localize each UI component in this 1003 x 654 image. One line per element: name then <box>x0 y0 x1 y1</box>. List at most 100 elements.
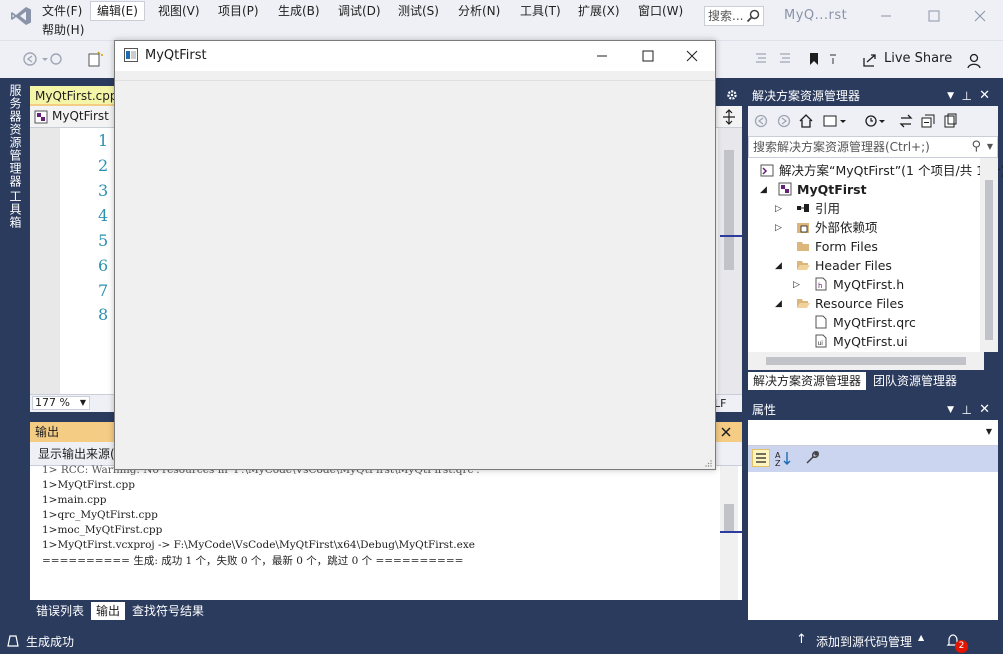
minimize-icon[interactable] <box>876 6 896 26</box>
expand-arrow-icon[interactable]: ▷ <box>775 204 782 214</box>
maximize-icon[interactable] <box>625 41 671 71</box>
dropdown-icon[interactable]: ▼ <box>947 86 954 106</box>
editor-margin <box>30 128 60 394</box>
menu-file[interactable]: 文件(F) <box>36 1 88 21</box>
tree-item-label: Form Files <box>815 239 878 254</box>
menu-build[interactable]: 生成(B) <box>272 1 326 21</box>
property-pages-wrench-icon[interactable] <box>804 450 820 466</box>
menu-extensions[interactable]: 扩展(X) <box>572 1 626 21</box>
output-line: ========== 生成: 成功 1 个，失败 0 个，最新 0 个，跳过 0… <box>42 555 464 567</box>
menu-analyze[interactable]: 分析(N) <box>452 1 506 21</box>
editor-tab-gear[interactable] <box>718 86 742 106</box>
visual-studio-logo-icon <box>11 7 31 25</box>
qt-titlebar[interactable]: MyQtFirst <box>115 41 715 71</box>
menu-view[interactable]: 视图(V) <box>152 1 206 21</box>
menu-debug[interactable]: 调试(D) <box>332 1 387 21</box>
tree-item-external-dependencies[interactable]: 外部依赖项 <box>796 219 878 237</box>
bookmark-icon[interactable] <box>806 51 840 67</box>
solution-vscroll-thumb[interactable] <box>985 180 993 340</box>
tree-item-form-files[interactable]: Form Files <box>796 238 878 256</box>
arrow-up-icon: ↑ <box>796 632 807 647</box>
tab-solution-explorer[interactable]: 解决方案资源管理器 <box>748 372 867 390</box>
expand-arrow-icon[interactable]: ▷ <box>793 280 800 290</box>
editor-scroll-thumb[interactable] <box>724 150 734 270</box>
search-input[interactable]: 搜索... <box>704 6 764 26</box>
navigate-back-forward-icon[interactable] <box>22 51 62 67</box>
home-icon[interactable] <box>798 113 814 129</box>
tree-item-label: 解决方案“MyQtFirst”(1 个项目/共 1 个) <box>779 163 1003 178</box>
solution-explorer-title: 解决方案资源管理器 <box>752 89 861 103</box>
add-to-source-control-button[interactable]: 添加到源代码管理 <box>816 633 912 650</box>
external-dependencies-icon <box>797 223 809 233</box>
back-forward-icon[interactable] <box>754 114 794 128</box>
tab-find-symbol-results[interactable]: 查找符号结果 <box>127 602 209 620</box>
output-scroll-thumb[interactable] <box>724 504 734 532</box>
categorized-icon[interactable] <box>752 449 770 467</box>
line-number: 1 <box>98 131 109 150</box>
menu-tools[interactable]: 工具(T) <box>514 1 567 21</box>
editor-file-tab[interactable]: MyQtFirst.cpp <box>30 86 116 106</box>
dropdown-icon[interactable]: ▼ <box>947 400 954 420</box>
close-icon[interactable] <box>970 6 990 26</box>
pin-icon[interactable]: ⊥ <box>962 86 972 106</box>
menu-edit[interactable]: 编辑(E) <box>90 1 145 21</box>
tab-error-list[interactable]: 错误列表 <box>31 602 89 620</box>
alphabetical-icon[interactable]: AZ <box>774 449 792 467</box>
tree-item-header-files[interactable]: Header Files <box>796 257 892 275</box>
live-share-button[interactable]: Live Share <box>862 51 952 66</box>
tree-item-resource-files[interactable]: Resource Files <box>796 295 904 313</box>
output-line: 1>MyQtFirst.vcxproj -> F:\MyCode\VsCode\… <box>42 539 475 551</box>
minimize-icon[interactable] <box>579 41 625 71</box>
tree-item-references[interactable]: 引用 <box>796 200 840 218</box>
sync-icon[interactable] <box>898 113 914 129</box>
close-icon[interactable]: ✕ <box>979 400 990 420</box>
tree-item-project[interactable]: MyQtFirst <box>778 181 867 199</box>
pending-changes-filter-icon[interactable] <box>864 113 886 129</box>
scroll-position-marker <box>720 531 742 533</box>
server-explorer-tab[interactable]: 服务器资源管理器 <box>4 84 24 188</box>
collapse-arrow-icon[interactable]: ◢ <box>775 299 782 309</box>
tree-item-qrc-file[interactable]: MyQtFirst.qrc <box>814 314 916 332</box>
chevron-up-icon[interactable]: ▲ <box>918 633 924 642</box>
tree-item-ui-file[interactable]: ui MyQtFirst.ui <box>814 333 908 351</box>
close-icon[interactable] <box>720 426 732 438</box>
tab-output[interactable]: 输出 <box>91 602 126 620</box>
split-editor-icon[interactable] <box>722 109 736 125</box>
menu-window[interactable]: 窗口(W) <box>632 1 689 21</box>
solution-search-input[interactable]: 搜索解决方案资源管理器(Ctrl+;) ⚲ ▼ <box>748 136 998 158</box>
maximize-icon[interactable] <box>924 6 944 26</box>
tab-team-explorer[interactable]: 团队资源管理器 <box>868 372 962 390</box>
new-item-icon[interactable] <box>86 51 106 67</box>
editor-scope-label[interactable]: MyQtFirst <box>52 109 109 123</box>
pin-icon[interactable]: ⊥ <box>962 400 972 420</box>
output-window-icon[interactable] <box>6 634 20 648</box>
menu-help[interactable]: 帮助(H) <box>36 22 90 38</box>
tree-item-header-file[interactable]: h MyQtFirst.h <box>814 276 904 294</box>
svg-text:h: h <box>818 282 822 290</box>
resize-grip-icon[interactable] <box>704 459 712 467</box>
collapse-all-icon[interactable] <box>920 113 936 129</box>
feedback-person-icon[interactable] <box>966 53 984 69</box>
toolbox-tab[interactable]: 工具箱 <box>4 190 24 229</box>
chevron-down-icon[interactable]: ▼ <box>987 137 993 157</box>
qt-application-window[interactable]: MyQtFirst <box>114 40 716 470</box>
left-tool-strip: 服务器资源管理器 工具箱 <box>0 80 28 626</box>
output-source-label: 显示输出来源( <box>38 447 115 461</box>
show-all-files-icon[interactable] <box>942 113 958 129</box>
properties-object-select[interactable]: ▼ <box>748 420 998 446</box>
switch-views-icon[interactable] <box>822 113 848 129</box>
output-vertical-scrollbar[interactable] <box>720 466 738 600</box>
comment-icons[interactable] <box>754 51 794 67</box>
close-icon[interactable]: ✕ <box>979 86 990 106</box>
collapse-arrow-icon[interactable]: ◢ <box>775 261 782 271</box>
output-title: 输出 <box>35 425 60 439</box>
solution-hscroll-thumb[interactable] <box>766 357 966 365</box>
zoom-select[interactable]: 177 % ▼ <box>32 396 90 410</box>
menu-project[interactable]: 项目(P) <box>212 1 265 21</box>
tree-item-label: MyQtFirst <box>797 182 867 197</box>
menu-test[interactable]: 测试(S) <box>392 1 445 21</box>
tree-item-solution[interactable]: 解决方案“MyQtFirst”(1 个项目/共 1 个) <box>760 162 1003 180</box>
expand-arrow-icon[interactable]: ◢ <box>760 185 767 195</box>
expand-arrow-icon[interactable]: ▷ <box>775 223 782 233</box>
close-icon[interactable] <box>669 41 715 71</box>
